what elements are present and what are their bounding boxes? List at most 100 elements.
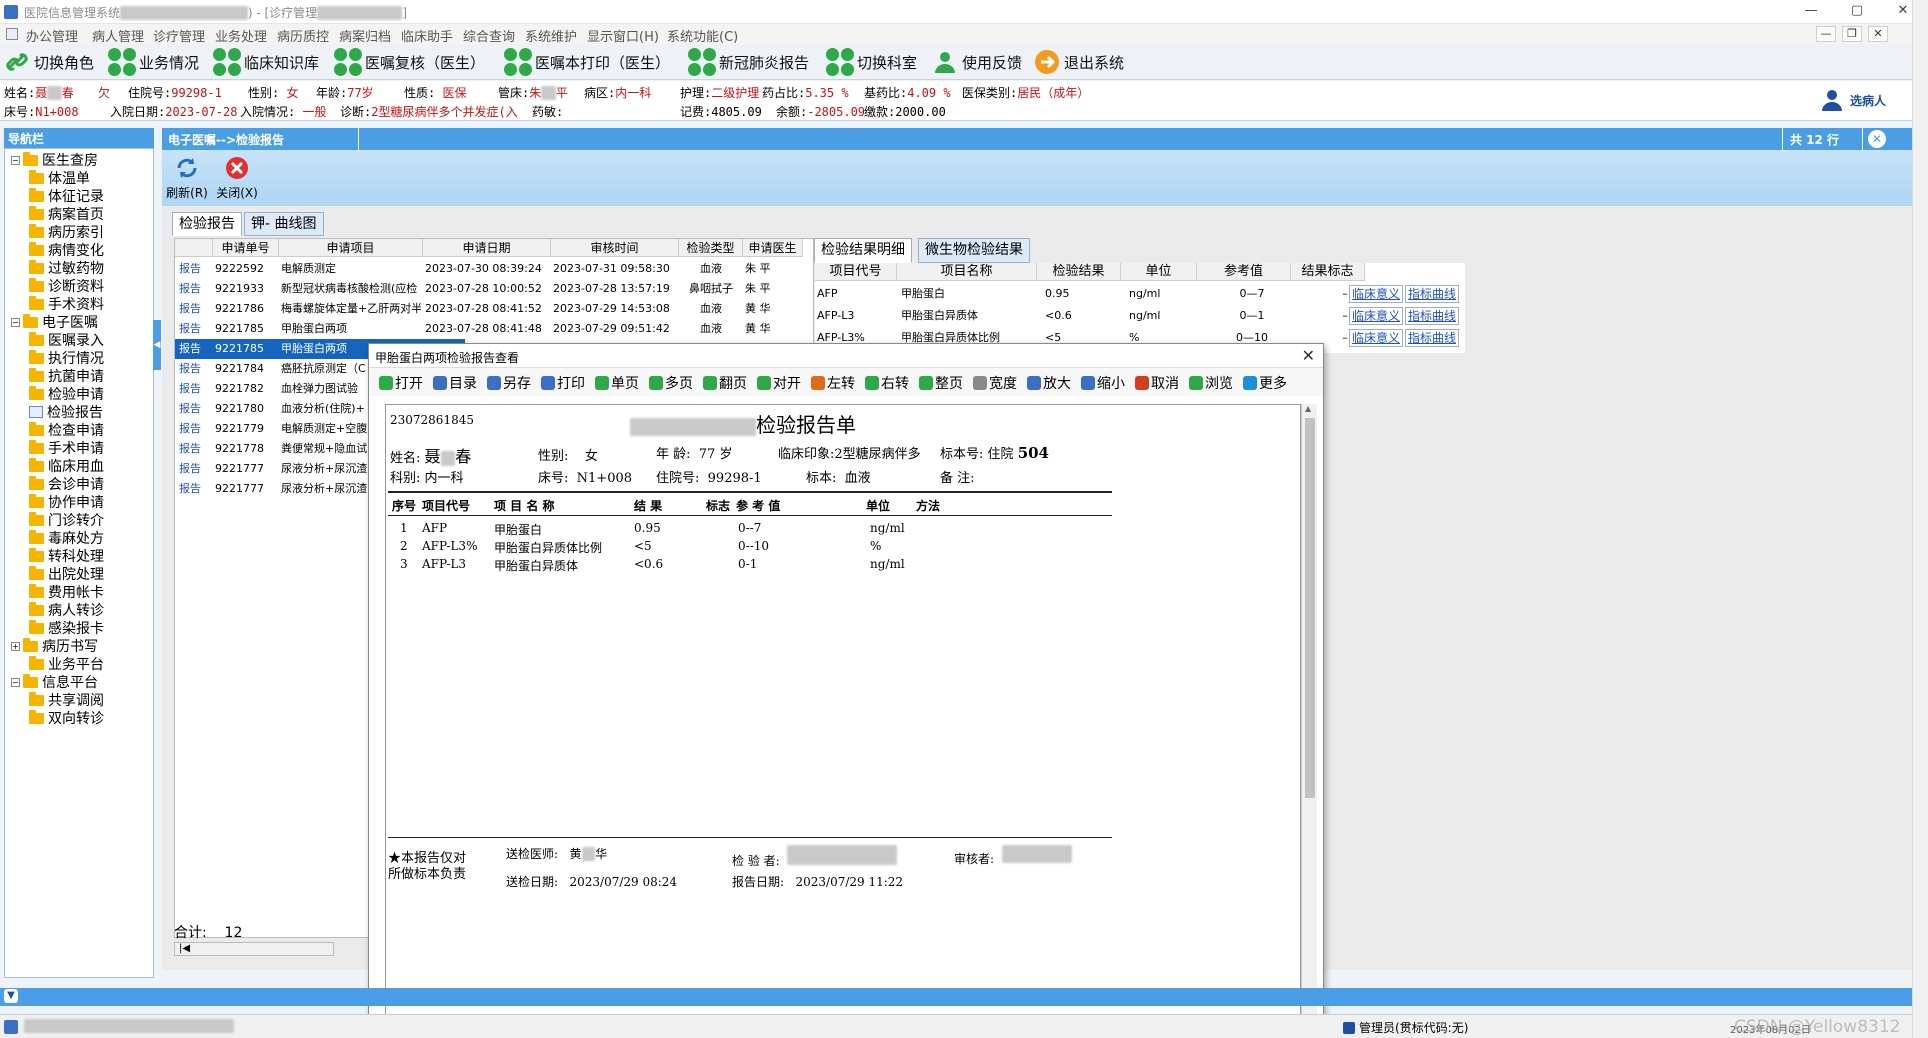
mdi-restore-button[interactable]: ❐: [1842, 26, 1862, 42]
full-page-button[interactable]: 整页: [919, 373, 963, 393]
save-as-button[interactable]: 另存: [487, 373, 531, 393]
report-link[interactable]: 报告: [179, 319, 209, 339]
report-link[interactable]: 报告: [179, 339, 209, 359]
single-page-button[interactable]: 单页: [595, 373, 639, 393]
clinical-meaning-button[interactable]: 临床意义: [1349, 285, 1404, 303]
tab-lab-report[interactable]: 检验报告: [172, 212, 242, 236]
covid-report-button[interactable]: 新冠肺炎报告: [688, 47, 809, 77]
nav-item-17[interactable]: 临床用血: [29, 457, 104, 475]
window-vertical-scrollbar[interactable]: [1912, 0, 1928, 1038]
menu-query[interactable]: 综合查询: [463, 26, 515, 45]
more-button[interactable]: 更多: [1243, 373, 1287, 393]
exit-system-button[interactable]: 退出系统: [1034, 47, 1124, 77]
expand-toggle-icon[interactable]: −: [11, 317, 20, 327]
indicator-curve-button[interactable]: 指标曲线: [1405, 329, 1460, 347]
business-status-button[interactable]: 业务情况: [108, 47, 199, 77]
nav-item-8[interactable]: 手术资料: [29, 295, 104, 313]
nav-item-16[interactable]: 手术申请: [29, 439, 104, 457]
nav-item-2[interactable]: 体征记录: [29, 187, 104, 205]
table-row[interactable]: 报告 9221786 梅毒螺旋体定量+乙肝两对半 2023-07-28 08:41:5…: [175, 299, 815, 319]
nav-item-29[interactable]: − 信息平台: [11, 673, 98, 691]
close-button[interactable]: 关闭(X): [212, 156, 262, 201]
nav-item-12[interactable]: 抗菌申请: [29, 367, 104, 385]
switch-dept-button[interactable]: 切换科室: [826, 47, 917, 77]
nav-item-7[interactable]: 诊断资料: [29, 277, 104, 295]
report-link[interactable]: 报告: [179, 459, 209, 479]
menu-system[interactable]: 系统功能(C): [667, 26, 738, 45]
minimize-button[interactable]: —: [1788, 0, 1834, 24]
mdi-minimize-button[interactable]: —: [1816, 26, 1836, 42]
report-vertical-scrollbar[interactable]: ▲: [1301, 404, 1317, 1038]
nav-item-25[interactable]: 病人转诊: [29, 601, 104, 619]
report-link[interactable]: 报告: [179, 479, 209, 499]
nav-item-13[interactable]: 检验申请: [29, 385, 104, 403]
nav-item-19[interactable]: 协作申请: [29, 493, 104, 511]
menu-archive[interactable]: 病案归档: [339, 26, 391, 45]
nav-item-6[interactable]: 过敏药物: [29, 259, 104, 277]
menu-quality[interactable]: 病历质控: [277, 26, 329, 45]
catalog-button[interactable]: 目录: [433, 373, 477, 393]
report-link[interactable]: 报告: [179, 419, 209, 439]
menu-business[interactable]: 业务处理: [215, 26, 267, 45]
switch-role-button[interactable]: 切换角色: [4, 47, 94, 77]
nav-item-11[interactable]: 执行情况: [29, 349, 104, 367]
maximize-button[interactable]: ▢: [1834, 0, 1880, 24]
order-print-button[interactable]: 医嘱本打印（医生）: [504, 47, 670, 77]
report-viewer-close-button[interactable]: ✕: [1302, 346, 1315, 365]
tab-result-detail[interactable]: 检验结果明细: [814, 238, 912, 263]
facing-button[interactable]: 对开: [757, 373, 801, 393]
clinical-meaning-button[interactable]: 临床意义: [1349, 329, 1404, 347]
fit-width-button[interactable]: 宽度: [973, 373, 1017, 393]
open-button[interactable]: 打开: [379, 373, 423, 393]
nav-item-14[interactable]: 检验报告: [29, 403, 103, 421]
nav-item-0[interactable]: − 医生查房: [11, 151, 98, 169]
tab-potassium-curve[interactable]: 钾- 曲线图: [244, 212, 324, 236]
nav-item-31[interactable]: 双向转诊: [29, 709, 104, 727]
report-link[interactable]: 报告: [179, 299, 209, 319]
nav-item-3[interactable]: 病案首页: [29, 205, 104, 223]
mdi-close-button[interactable]: ✕: [1868, 26, 1888, 42]
report-scroll-thumb[interactable]: [1305, 418, 1315, 798]
report-link[interactable]: 报告: [179, 279, 209, 299]
nav-item-23[interactable]: 出院处理: [29, 565, 104, 583]
report-link[interactable]: 报告: [179, 399, 209, 419]
table-row[interactable]: 报告 9221933 新型冠状病毒核酸检测(应检 2023-07-28 10:00:5…: [175, 279, 815, 299]
expand-toggle-icon[interactable]: +: [11, 641, 20, 651]
zoom-in-button[interactable]: 放大: [1027, 373, 1071, 393]
indicator-curve-button[interactable]: 指标曲线: [1405, 285, 1460, 303]
choose-patient-button[interactable]: 选病人: [1820, 89, 1886, 111]
expand-toggle-icon[interactable]: −: [11, 677, 20, 687]
table-row[interactable]: 报告 9222592 电解质测定 2023-07-30 08:39:24 2023-07…: [175, 259, 815, 279]
menu-office[interactable]: 办公管理: [26, 26, 78, 45]
print-button[interactable]: 打印: [541, 373, 585, 393]
nav-item-30[interactable]: 共享调阅: [29, 691, 104, 709]
nav-item-4[interactable]: 病历索引: [29, 223, 104, 241]
nav-item-5[interactable]: 病情变化: [29, 241, 104, 259]
expand-toggle-icon[interactable]: −: [11, 155, 20, 165]
report-link[interactable]: 报告: [179, 259, 209, 279]
nav-item-15[interactable]: 检查申请: [29, 421, 104, 439]
nav-item-18[interactable]: 会诊申请: [29, 475, 104, 493]
browse-button[interactable]: 浏览: [1189, 373, 1233, 393]
nav-item-20[interactable]: 门诊转介: [29, 511, 104, 529]
rotate-left-button[interactable]: 左转: [811, 373, 855, 393]
multi-page-button[interactable]: 多页: [649, 373, 693, 393]
menu-patient[interactable]: 病人管理: [92, 26, 144, 45]
menu-window[interactable]: 显示窗口(H): [587, 26, 659, 45]
order-review-button[interactable]: 医嘱复核（医生）: [334, 47, 485, 77]
menu-maintenance[interactable]: 系统维护: [525, 26, 577, 45]
report-link[interactable]: 报告: [179, 379, 209, 399]
report-link[interactable]: 报告: [179, 439, 209, 459]
nav-item-28[interactable]: 业务平台: [29, 655, 104, 673]
nav-item-26[interactable]: 感染报卡: [29, 619, 104, 637]
menu-assistant[interactable]: 临床助手: [401, 26, 453, 45]
rotate-right-button[interactable]: 右转: [865, 373, 909, 393]
nav-item-27[interactable]: + 病历书写: [11, 637, 98, 655]
nav-item-24[interactable]: 费用帐卡: [29, 583, 104, 601]
indicator-curve-button[interactable]: 指标曲线: [1405, 307, 1460, 325]
zoom-out-button[interactable]: 缩小: [1081, 373, 1125, 393]
cancel-button[interactable]: 取消: [1135, 373, 1179, 393]
tab-microbe-result[interactable]: 微生物检验结果: [918, 238, 1030, 263]
nav-item-10[interactable]: 医嘱录入: [29, 331, 104, 349]
flip-page-button[interactable]: 翻页: [703, 373, 747, 393]
